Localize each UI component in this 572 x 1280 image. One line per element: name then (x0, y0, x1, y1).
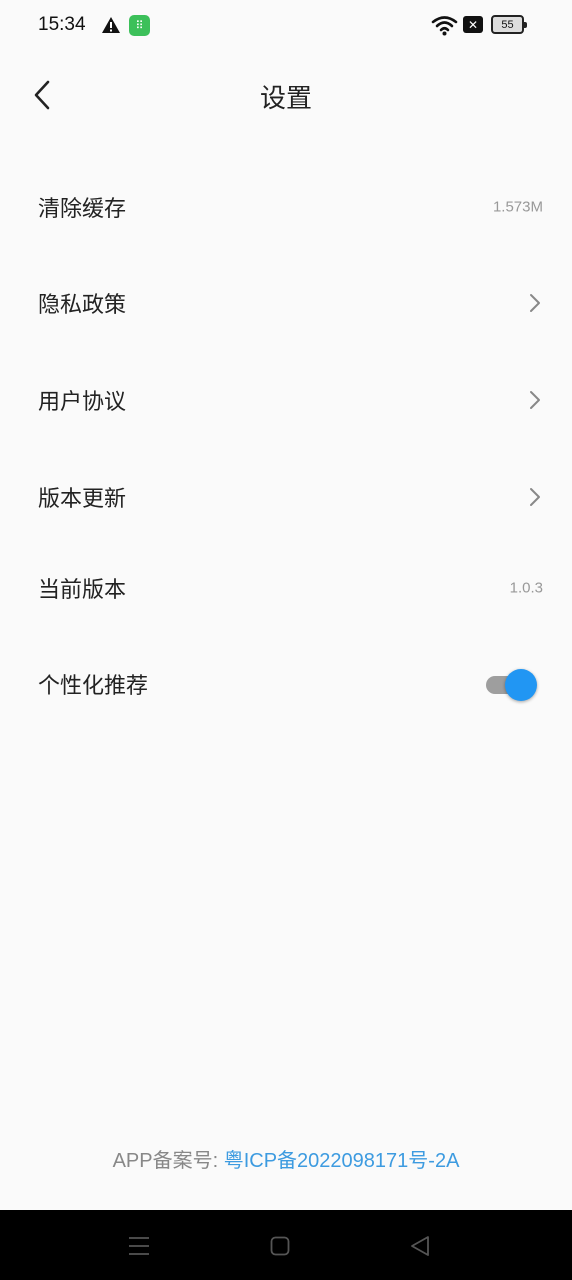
personalized-recommendation-row: 个性化推荐 (0, 644, 572, 724)
current-version-label: 当前版本 (38, 578, 127, 603)
personalized-recommendation-toggle[interactable] (486, 669, 538, 701)
clear-cache-label: 清除缓存 (38, 197, 127, 222)
icp-footer: APP备案号: 粤ICP备2022098171号-2A (0, 1144, 572, 1173)
page-title: 设置 (259, 84, 312, 114)
version-value: 1.0.3 (509, 579, 543, 597)
toggle-knob (505, 669, 537, 701)
personalized-recommendation-label: 个性化推荐 (38, 674, 149, 699)
settings-screen: 15:34 ⠿ ✕ 55 设置 清除缓存 1.573M 隐私政策 用户协议 版本… (0, 0, 572, 1280)
status-time: 15:34 (38, 14, 86, 35)
chevron-right-icon (530, 488, 540, 506)
privacy-policy-row[interactable]: 隐私政策 (0, 263, 572, 343)
wifi-icon (431, 16, 458, 36)
current-version-row: 当前版本 1.0.3 (0, 548, 572, 628)
user-agreement-label: 用户协议 (38, 390, 127, 415)
status-bar: 15:34 ⠿ ✕ 55 (0, 0, 572, 52)
home-button[interactable] (264, 1230, 296, 1262)
menu-button[interactable] (123, 1230, 155, 1262)
icp-prefix: APP备案号: (112, 1150, 224, 1172)
user-agreement-row[interactable]: 用户协议 (0, 360, 572, 440)
home-square-icon (270, 1236, 290, 1256)
version-update-row[interactable]: 版本更新 (0, 457, 572, 537)
system-nav-bar (0, 1210, 572, 1280)
no-sim-icon: ✕ (463, 16, 483, 33)
warning-icon (102, 17, 120, 33)
chevron-right-icon (530, 391, 540, 409)
version-update-label: 版本更新 (38, 487, 127, 512)
app-notification-icon: ⠿ (129, 15, 150, 36)
cache-size-value: 1.573M (492, 198, 543, 216)
chevron-right-icon (530, 294, 540, 312)
back-nav-button[interactable] (404, 1230, 436, 1262)
icp-number-link[interactable]: 粤ICP备2022098171号-2A (224, 1150, 460, 1172)
privacy-policy-label: 隐私政策 (38, 293, 127, 318)
back-triangle-icon (411, 1236, 429, 1256)
menu-icon (129, 1237, 149, 1255)
clear-cache-row[interactable]: 清除缓存 1.573M (0, 167, 572, 247)
battery-icon: 55 (491, 15, 527, 34)
app-header: 设置 (0, 52, 572, 142)
